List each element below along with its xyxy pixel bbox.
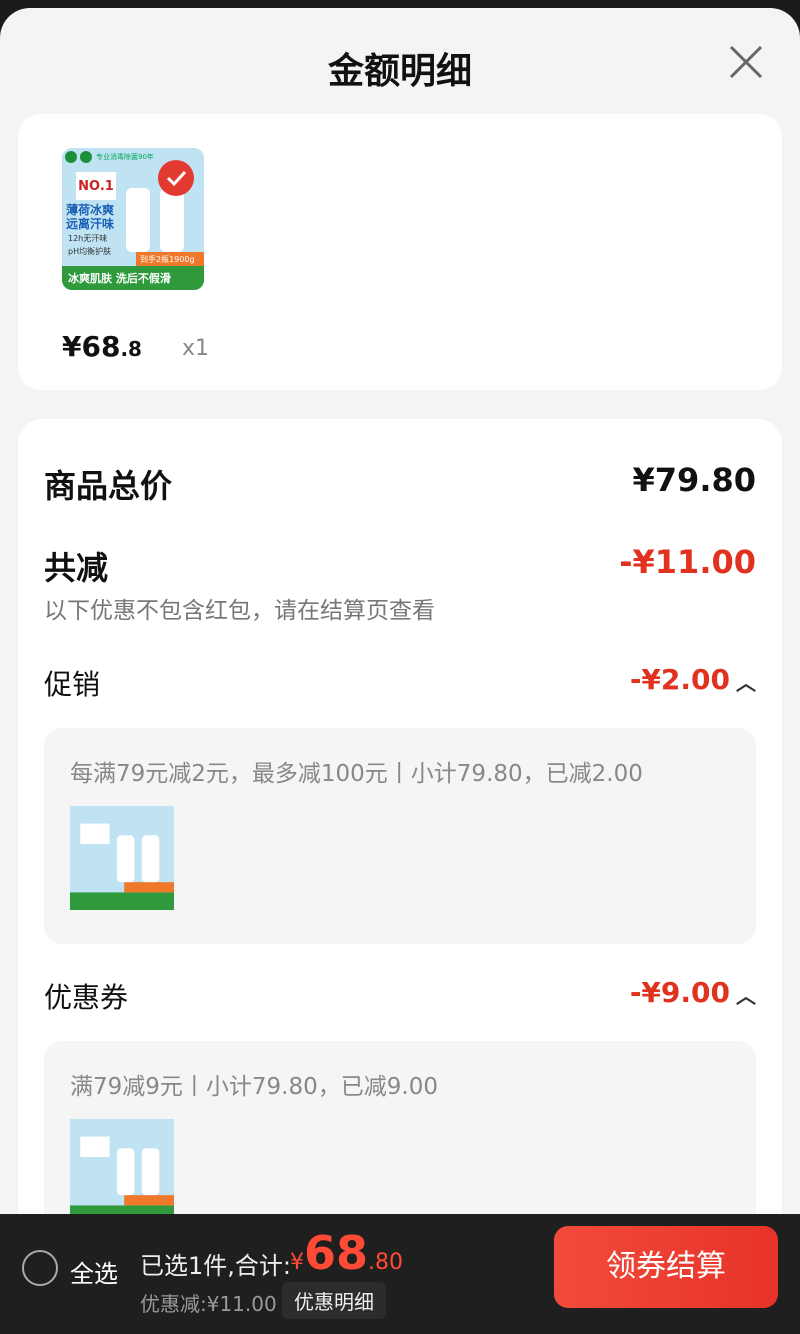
promotion-detail: 每满79元减2元，最多减100元丨小计79.80，已减2.00: [70, 761, 643, 787]
product-image[interactable]: NO.1 专业消毒除菌90年 薄荷冰爽 远离汗味 12h无汗味 pH均衡护肤 到…: [62, 148, 204, 290]
img-tagline: 专业消毒除菌90年: [96, 152, 154, 161]
badge-no1: NO.1: [78, 179, 114, 194]
img-footer: 冰爽肌肤 洗后不假滑: [68, 271, 171, 285]
total-value: ¥79.80: [632, 461, 756, 499]
coupon-detail: 满79减9元丨小计79.80，已减9.00: [70, 1074, 438, 1100]
promotion-product-thumbnail[interactable]: [70, 806, 174, 910]
product-price: ¥68.8: [62, 330, 142, 363]
img-promo: 到手2瓶1900g: [140, 254, 195, 264]
product-card: NO.1 专业消毒除菌90年 薄荷冰爽 远离汗味 12h无汗味 pH均衡护肤 到…: [18, 114, 782, 390]
total-label: 商品总价: [44, 467, 173, 505]
promotion-value: -¥2.00: [629, 663, 730, 696]
img-headline-1: 薄荷冰爽: [66, 202, 114, 217]
total-int: 68: [304, 1226, 369, 1280]
coupon-product-thumbnail[interactable]: [70, 1119, 174, 1218]
price-decimal: .8: [120, 337, 142, 361]
promotion-label: 促销: [44, 668, 101, 701]
chevron-up-icon: ︿: [736, 983, 756, 1008]
discount-detail-button[interactable]: 优惠明细: [282, 1282, 386, 1319]
img-feature-2: pH均衡护肤: [68, 246, 111, 256]
discount-summary: 优惠减:¥11.00: [140, 1292, 277, 1316]
reduce-label: 共减: [44, 549, 109, 587]
sheet-title: 金额明细: [327, 51, 472, 92]
coupon-value: -¥9.00: [629, 976, 730, 1009]
promotion-toggle[interactable]: -¥2.00 ︿: [630, 663, 756, 696]
coupon-toggle[interactable]: -¥9.00 ︿: [630, 976, 756, 1009]
price-detail-sheet: 金额明细 NO.1 专业消毒除菌90年 薄荷冰爽 远离汗味 12h无汗味 pH均…: [0, 8, 800, 1218]
total-dec: .80: [368, 1250, 404, 1275]
checkout-button[interactable]: 领券结算: [554, 1226, 778, 1308]
selected-count: 已选1件,合计:: [140, 1252, 291, 1280]
img-headline-2: 远离汗味: [66, 216, 114, 231]
grand-total: ¥68.80: [290, 1226, 403, 1280]
promotion-detail-box: 每满79元减2元，最多减100元丨小计79.80，已减2.00: [44, 728, 756, 944]
total-symbol: ¥: [290, 1250, 304, 1275]
select-all-label[interactable]: 全选: [70, 1254, 118, 1289]
coupon-detail-box: 满79减9元丨小计79.80，已减9.00: [44, 1041, 756, 1218]
price-main: ¥68: [62, 330, 121, 363]
discount-note: 以下优惠不包含红包，请在结算页查看: [44, 598, 435, 624]
chevron-up-icon: ︿: [736, 670, 756, 695]
product-quantity: x1: [182, 336, 210, 361]
summary-card: 商品总价 ¥79.80 共减 -¥11.00 以下优惠不包含红包，请在结算页查看…: [18, 419, 782, 1218]
img-feature-1: 12h无汗味: [68, 233, 107, 243]
select-all-radio[interactable]: [22, 1250, 58, 1286]
reduce-value: -¥11.00: [619, 543, 756, 581]
close-icon[interactable]: [728, 44, 764, 80]
bottom-bar: 全选 已选1件,合计: ¥68.80 优惠减:¥11.00 优惠明细 领券结算: [0, 1214, 800, 1334]
coupon-label: 优惠券: [44, 981, 129, 1014]
